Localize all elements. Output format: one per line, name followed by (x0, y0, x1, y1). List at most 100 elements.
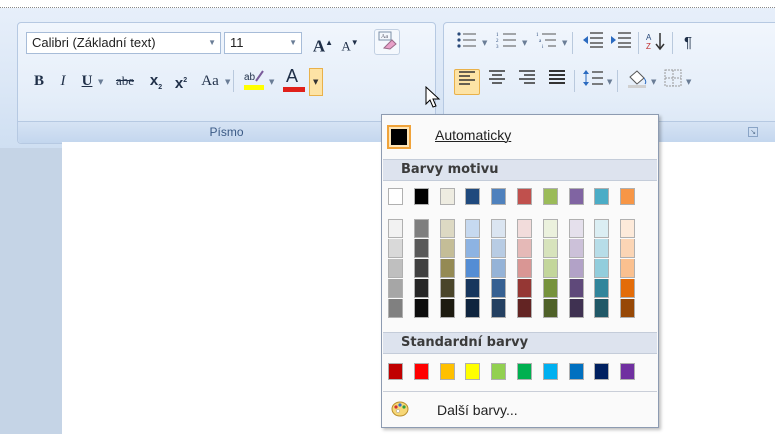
chevron-down-icon[interactable]: ▼ (651, 78, 656, 86)
theme-color-swatch[interactable] (413, 188, 429, 205)
align-center-button[interactable] (484, 69, 510, 93)
theme-shade-swatch[interactable] (491, 279, 507, 298)
theme-shade-swatch[interactable] (388, 279, 403, 298)
theme-color-swatch[interactable] (517, 188, 532, 205)
theme-shade-swatch[interactable] (413, 259, 429, 278)
theme-shade-swatch[interactable] (542, 279, 558, 298)
theme-shade-swatch[interactable] (594, 279, 610, 298)
theme-shade-swatch[interactable] (517, 239, 532, 258)
theme-shade-swatch[interactable] (491, 259, 507, 278)
more-colors-item[interactable]: Další barvy... (383, 394, 657, 424)
grow-font-button[interactable]: A▲ (310, 31, 336, 56)
theme-shade-swatch[interactable] (388, 299, 403, 318)
line-spacing-button[interactable] (580, 69, 606, 93)
chevron-down-icon[interactable]: ▼ (607, 78, 612, 86)
theme-shade-swatch[interactable] (413, 299, 429, 318)
standard-color-swatch[interactable] (620, 363, 636, 380)
theme-shade-swatch[interactable] (568, 219, 584, 238)
strikethrough-button[interactable]: abe (110, 69, 140, 93)
increase-indent-button[interactable] (608, 31, 634, 55)
theme-shade-swatch[interactable] (542, 219, 558, 238)
font-name-combo[interactable]: Calibri (Základní text) ▼ (26, 32, 221, 54)
chevron-down-icon[interactable]: ▼ (98, 78, 103, 86)
theme-color-swatch[interactable] (388, 188, 403, 205)
standard-color-swatch[interactable] (413, 363, 429, 380)
theme-shade-swatch[interactable] (413, 279, 429, 298)
change-case-button[interactable]: Aa (196, 69, 224, 93)
theme-shade-swatch[interactable] (620, 279, 636, 298)
superscript-button[interactable]: x2 (170, 69, 192, 93)
align-left-button[interactable] (454, 69, 480, 95)
theme-shade-swatch[interactable] (620, 219, 636, 238)
subscript-button[interactable]: x2 (146, 69, 166, 93)
theme-shade-swatch[interactable] (594, 259, 610, 278)
theme-shade-swatch[interactable] (491, 299, 507, 318)
theme-shade-swatch[interactable] (594, 219, 610, 238)
theme-color-swatch[interactable] (491, 188, 507, 205)
theme-shade-swatch[interactable] (413, 219, 429, 238)
theme-shade-swatch[interactable] (542, 239, 558, 258)
automatic-color-item[interactable]: Automaticky (383, 119, 657, 149)
theme-shade-swatch[interactable] (517, 219, 532, 238)
theme-shade-swatch[interactable] (413, 239, 429, 258)
sort-button[interactable]: A Z (644, 31, 668, 55)
theme-shade-swatch[interactable] (568, 279, 584, 298)
bold-button[interactable]: B (30, 69, 48, 93)
theme-color-swatch[interactable] (465, 188, 481, 205)
theme-color-swatch[interactable] (594, 188, 610, 205)
standard-color-swatch[interactable] (491, 363, 507, 380)
standard-color-swatch[interactable] (388, 363, 403, 380)
underline-button[interactable]: U (78, 69, 96, 93)
theme-color-swatch[interactable] (568, 188, 584, 205)
align-right-button[interactable] (514, 69, 540, 93)
theme-shade-swatch[interactable] (517, 279, 532, 298)
chevron-down-icon[interactable]: ▼ (225, 78, 230, 86)
italic-button[interactable]: I (54, 69, 72, 93)
theme-color-swatch[interactable] (439, 188, 455, 205)
standard-color-swatch[interactable] (542, 363, 558, 380)
show-formatting-button[interactable]: ¶ (678, 31, 698, 55)
standard-color-swatch[interactable] (594, 363, 610, 380)
chevron-down-icon[interactable]: ▼ (562, 39, 567, 47)
theme-color-swatch[interactable] (542, 188, 558, 205)
theme-shade-swatch[interactable] (594, 299, 610, 318)
theme-shade-swatch[interactable] (465, 279, 481, 298)
theme-shade-swatch[interactable] (568, 239, 584, 258)
standard-color-swatch[interactable] (568, 363, 584, 380)
font-color-button[interactable]: A (280, 66, 308, 95)
theme-shade-swatch[interactable] (517, 259, 532, 278)
theme-shade-swatch[interactable] (439, 279, 455, 298)
theme-shade-swatch[interactable] (465, 299, 481, 318)
chevron-down-icon[interactable]: ▼ (482, 39, 487, 47)
clear-formatting-button[interactable]: Aa (374, 29, 400, 55)
multilevel-list-button[interactable]: 1 a i (534, 31, 560, 55)
theme-shade-swatch[interactable] (517, 299, 532, 318)
chevron-down-icon[interactable]: ▼ (522, 39, 527, 47)
bullets-button[interactable] (454, 31, 480, 55)
justify-button[interactable] (544, 69, 570, 93)
theme-shade-swatch[interactable] (568, 259, 584, 278)
theme-shade-swatch[interactable] (465, 219, 481, 238)
font-size-combo[interactable]: 11 ▼ (224, 32, 302, 54)
borders-button[interactable] (662, 69, 684, 93)
decrease-indent-button[interactable] (580, 31, 606, 55)
shrink-font-button[interactable]: A▼ (338, 31, 362, 55)
theme-shade-swatch[interactable] (542, 259, 558, 278)
theme-shade-swatch[interactable] (568, 299, 584, 318)
shading-button[interactable] (624, 69, 650, 93)
theme-shade-swatch[interactable] (439, 219, 455, 238)
theme-color-swatch[interactable] (620, 188, 636, 205)
font-color-dropdown-button[interactable]: ▼ (309, 68, 323, 96)
theme-shade-swatch[interactable] (620, 239, 636, 258)
theme-shade-swatch[interactable] (620, 259, 636, 278)
dialog-launcher-icon[interactable]: ↘ (748, 127, 758, 137)
theme-shade-swatch[interactable] (620, 299, 636, 318)
standard-color-swatch[interactable] (517, 363, 532, 380)
theme-shade-swatch[interactable] (542, 299, 558, 318)
theme-shade-swatch[interactable] (439, 259, 455, 278)
chevron-down-icon[interactable]: ▼ (289, 33, 297, 53)
theme-shade-swatch[interactable] (465, 239, 481, 258)
theme-shade-swatch[interactable] (465, 259, 481, 278)
theme-shade-swatch[interactable] (439, 299, 455, 318)
chevron-down-icon[interactable]: ▼ (269, 78, 274, 86)
